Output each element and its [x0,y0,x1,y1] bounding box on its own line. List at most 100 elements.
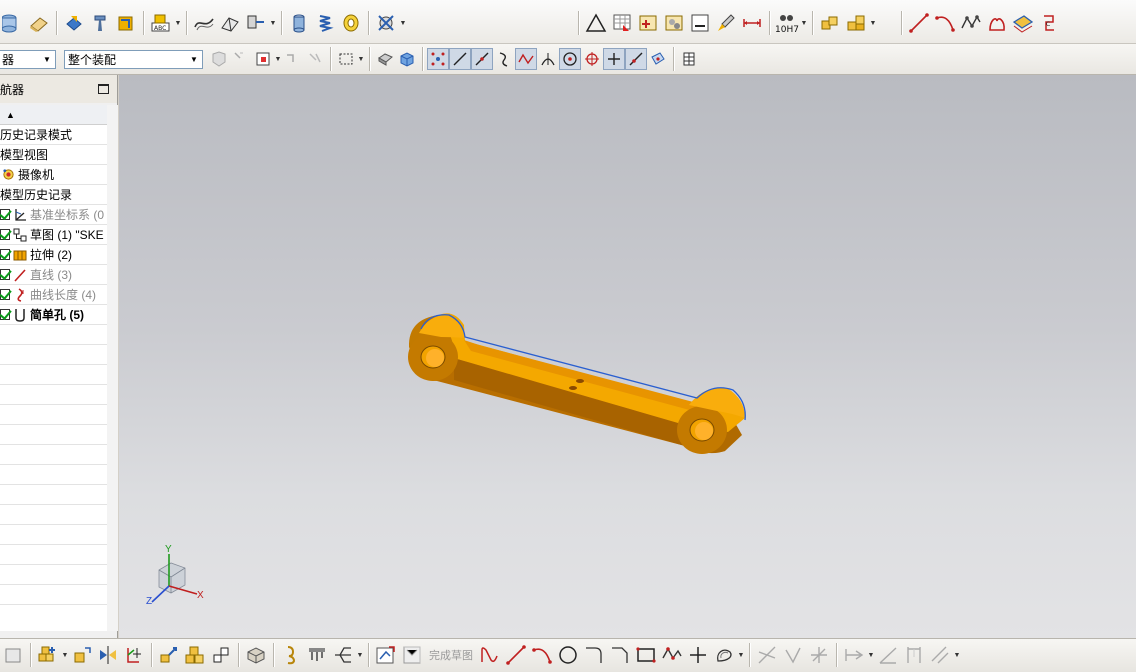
assembly-constraints-icon[interactable] [182,642,208,668]
chevron-down-icon[interactable]: ▼ [399,20,407,27]
explode-view-icon[interactable] [243,642,269,668]
move-component-icon[interactable] [156,642,182,668]
sketch-circle-icon[interactable] [555,642,581,668]
mirror-assembly-icon[interactable] [95,642,121,668]
flyout-icon[interactable] [282,48,304,70]
navigator-vertical-scrollbar[interactable] [107,105,118,631]
profile-icon[interactable] [477,642,503,668]
tree-node-simple-hole[interactable]: 简单孔 (5) [0,305,107,325]
sketch-line-icon[interactable] [503,642,529,668]
tree-node-sketch[interactable]: 草图 (1) "SKE [0,225,107,245]
link-part-model[interactable] [408,313,746,454]
graphics-window[interactable]: Y X Z [119,75,1136,638]
design-feature-icon[interactable] [901,642,927,668]
sketch-task-environment-icon[interactable] [0,642,26,668]
chevron-down-icon[interactable]: ▼ [953,652,961,659]
sketch-arc-icon[interactable] [529,642,555,668]
tree-node-cameras[interactable]: 摄像机 [0,165,107,185]
chevron-down-icon[interactable]: ▼ [274,56,282,63]
chevron-down-icon[interactable]: ▼ [867,652,875,659]
snap-grid-icon[interactable] [678,48,700,70]
triangle-icon[interactable] [583,10,609,36]
snap-point-on-surface-icon[interactable] [647,48,669,70]
geometric-constraints-icon[interactable] [875,642,901,668]
tree-node-extrude[interactable]: 拉伸 (2) [0,245,107,265]
surface-icon[interactable] [191,10,217,36]
sketch-fillet-icon[interactable] [581,642,607,668]
gear-icon[interactable] [373,10,399,36]
tree-node-model-history[interactable]: 模型历史记录 [0,185,107,205]
visibility-checkbox[interactable] [0,309,10,320]
visibility-checkbox[interactable] [0,249,10,260]
snap-midpoint-icon[interactable] [471,48,493,70]
document-icon[interactable] [687,10,713,36]
wave-geometry-icon[interactable] [330,642,356,668]
assembly-constraints-icon[interactable] [817,10,843,36]
tree-node-model-views[interactable]: 模型视图 [0,145,107,165]
chevron-down-icon[interactable]: ▼ [356,652,364,659]
tree-node-history-mode[interactable]: 历史记录模式 [0,125,107,145]
sketch-line-icon[interactable] [906,10,932,36]
visibility-checkbox[interactable] [0,269,10,280]
sort-ascending-icon[interactable]: ▲ [6,110,15,120]
add-component-icon[interactable] [61,10,87,36]
snap-intersection-icon[interactable] [537,48,559,70]
cylinder-icon[interactable] [286,10,312,36]
brush-icon[interactable] [713,10,739,36]
snap-select-icon[interactable] [230,48,252,70]
sketch-arc-icon[interactable] [932,10,958,36]
dimension-icon[interactable] [739,10,765,36]
sketch-icon[interactable] [373,642,399,668]
sheet-metal-icon[interactable] [217,10,243,36]
chevron-down-icon[interactable]: ▼ [61,652,69,659]
visibility-checkbox[interactable] [0,229,10,240]
visibility-checkbox[interactable] [0,289,10,300]
chevron-down-icon[interactable]: ▼ [737,652,745,659]
tree-node-curve-length[interactable]: 曲线长度 (4) [0,285,107,305]
eraser-icon[interactable] [26,10,52,36]
offset-curve-icon[interactable]: C [1036,10,1062,36]
hammer-icon[interactable] [87,10,113,36]
fit-tolerance-icon[interactable]: 10H7 [774,10,800,36]
wave-link-icon[interactable] [113,10,139,36]
visibility-checkbox[interactable] [0,209,10,220]
snap-existing-point-icon[interactable] [603,48,625,70]
snap-point-on-curve-icon[interactable] [625,48,647,70]
maximize-icon[interactable] [98,84,109,94]
studio-spline-icon[interactable] [958,10,984,36]
sketch-rectangle-icon[interactable] [633,642,659,668]
snap-endpoint-icon[interactable] [427,48,449,70]
quick-extend-icon[interactable] [780,642,806,668]
chevron-down-icon[interactable]: ▼ [357,56,365,63]
offset-curve-icon[interactable] [711,642,737,668]
body-icon[interactable] [396,48,418,70]
chevron-down-icon[interactable]: ▼ [869,20,877,27]
add-component-icon[interactable] [35,642,61,668]
snap-line-icon[interactable] [449,48,471,70]
snap-quadrant-icon[interactable] [581,48,603,70]
chevron-down-icon[interactable]: ▼ [800,20,808,27]
sketch-polygon-icon[interactable] [659,642,685,668]
snap-arc-center-icon[interactable] [559,48,581,70]
inferred-constraints-icon[interactable] [927,642,953,668]
bridge-curve-icon[interactable] [1010,10,1036,36]
type-filter-dropdown[interactable]: 器 ▼ [0,50,56,69]
selection-scope-dropdown[interactable]: 整个装配 ▼ [64,50,203,69]
snap-curve-icon[interactable] [493,48,515,70]
move-component-icon[interactable] [843,10,869,36]
assembly-navigator-icon[interactable] [0,10,26,36]
spring-icon[interactable] [312,10,338,36]
rapid-dimension-icon[interactable] [841,642,867,668]
show-hide-constraints-icon[interactable] [208,642,234,668]
make-corner-icon[interactable] [806,642,832,668]
sketch-point-icon[interactable] [685,642,711,668]
navigator-column-header[interactable]: ▲ [0,105,107,125]
datum-plane-icon[interactable] [635,10,661,36]
fillet-curve-icon[interactable] [984,10,1010,36]
tree-node-datum-csys[interactable]: 基准坐标系 (0 [0,205,107,225]
view-triad[interactable] [151,554,198,603]
chevron-down-icon[interactable]: ▼ [269,20,277,27]
chevron-down-icon[interactable]: ▼ [41,53,53,66]
solid-face-icon[interactable] [374,48,396,70]
table-icon[interactable] [609,10,635,36]
